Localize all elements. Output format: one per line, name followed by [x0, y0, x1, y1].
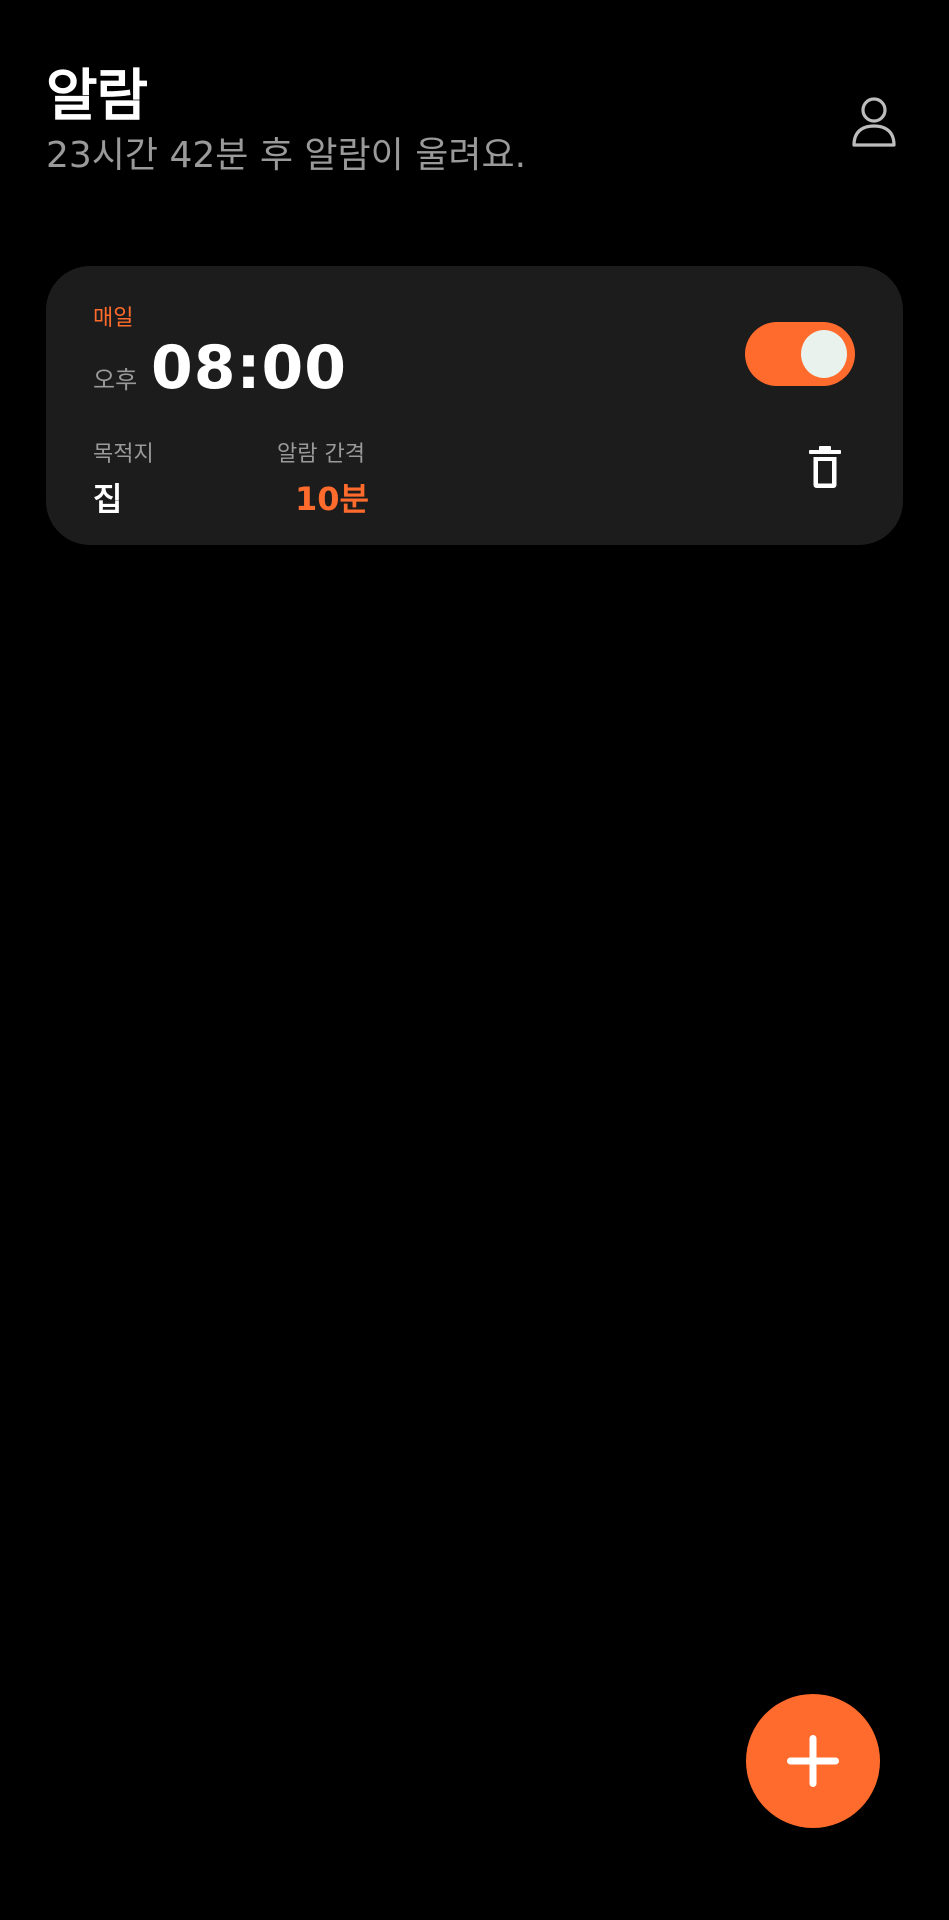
user-icon [852, 97, 896, 147]
profile-button[interactable] [844, 92, 904, 152]
add-alarm-button[interactable] [746, 1694, 880, 1828]
interval-value: 10분 [295, 480, 369, 518]
ampm-label: 오후 [93, 366, 138, 394]
alarm-card[interactable]: 매일 오후 08:00 목적지 집 알람 간격 10분 [46, 266, 903, 545]
trash-icon [809, 446, 841, 488]
page-subtitle: 23시간 42분 후 알람이 울려요. [46, 135, 527, 176]
interval-label: 알람 간격 [277, 442, 365, 467]
toggle-knob [801, 330, 847, 378]
destination-label: 목적지 [93, 442, 154, 467]
alarm-time: 08:00 [151, 333, 347, 403]
page-title: 알람 [46, 64, 148, 129]
repeat-label: 매일 [93, 306, 134, 331]
destination-value: 집 [93, 480, 123, 518]
plus-icon [787, 1735, 839, 1787]
alarm-toggle[interactable] [745, 322, 855, 386]
delete-button[interactable] [803, 442, 847, 492]
